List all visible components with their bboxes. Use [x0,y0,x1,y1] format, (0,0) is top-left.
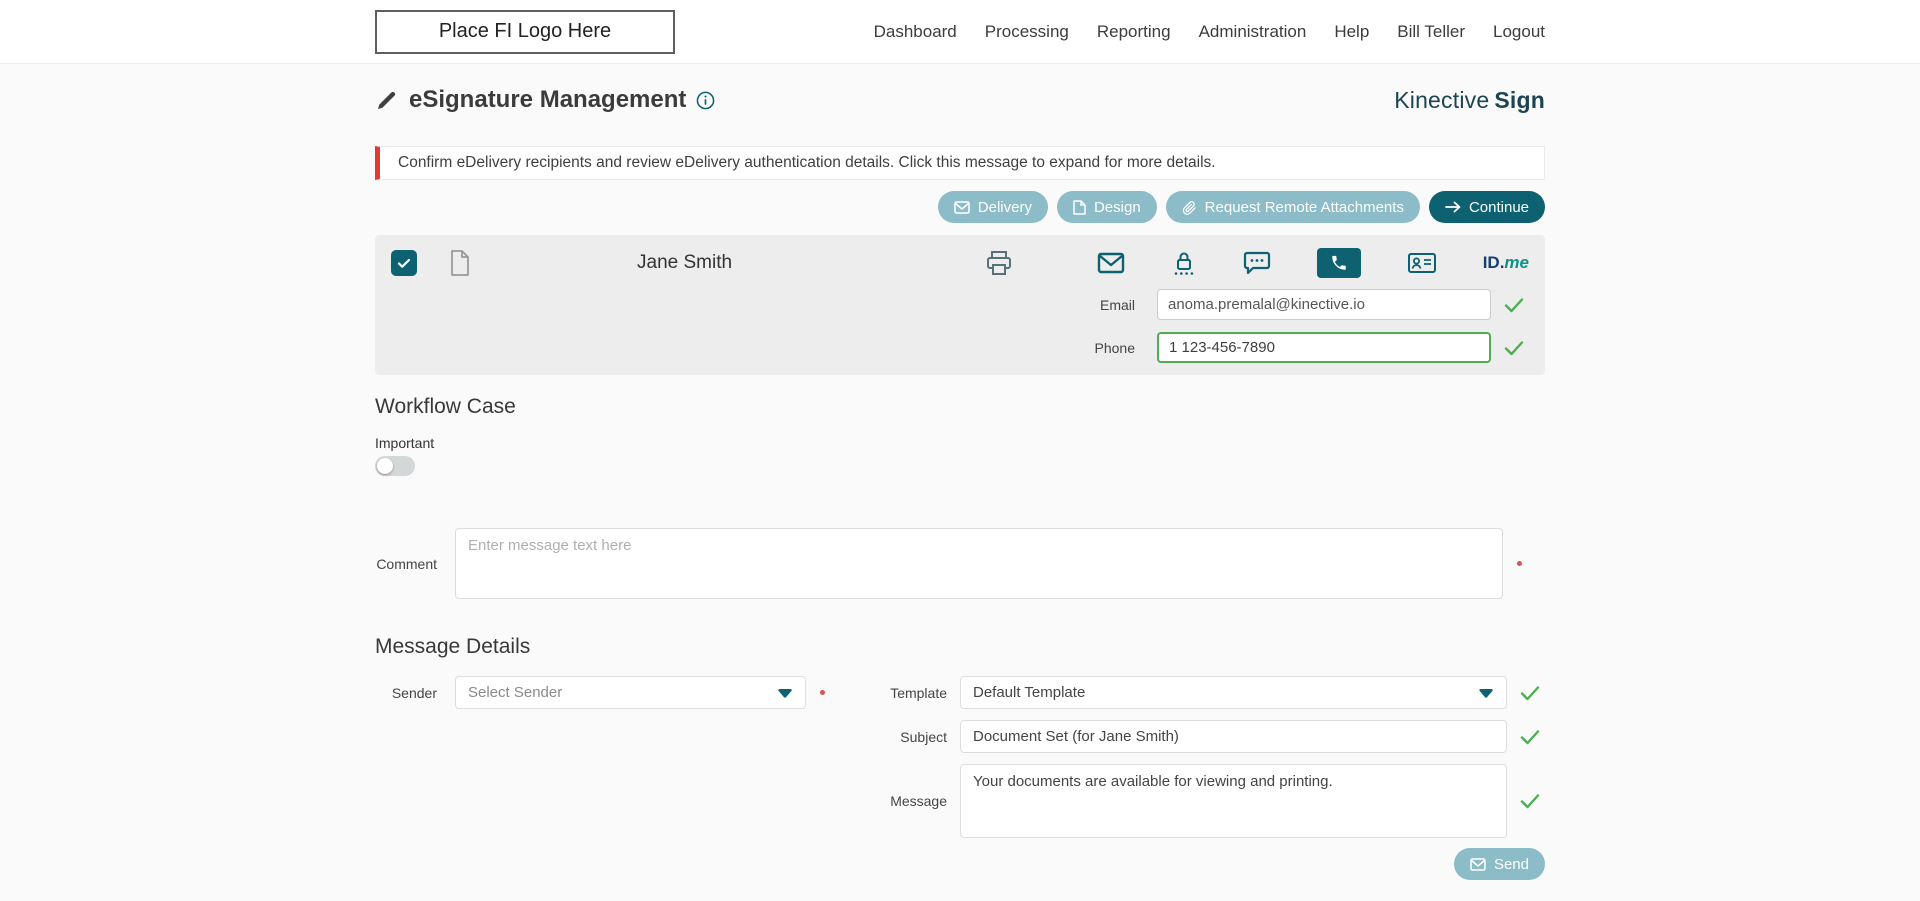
main-content: eSignature Management Kinective Sign Conf… [375,64,1545,880]
idme-logo[interactable]: ID.me [1483,253,1529,273]
edelivery-alert-banner[interactable]: Confirm eDelivery recipients and review … [375,146,1545,180]
paperclip-icon [1182,200,1197,215]
message-details-form: Sender Select Sender Template Default Te… [375,676,1545,838]
message-details-title: Message Details [375,635,531,658]
sender-selected-value: Select Sender [468,684,563,701]
page-title: eSignature Management [409,86,687,113]
sender-label: Sender [391,684,437,701]
continue-button[interactable]: Continue [1428,191,1545,223]
id-card-icon[interactable] [1407,252,1437,274]
idme-id-text: ID. [1482,253,1505,272]
template-dropdown[interactable]: Default Template [960,676,1507,709]
design-button[interactable]: Design [1056,191,1157,223]
email-input[interactable] [1157,289,1491,320]
request-remote-attachments-label: Request Remote Attachments [1204,198,1404,216]
fi-logo-placeholder: Place FI Logo Here [375,9,675,54]
idme-me-text: me [1504,253,1529,272]
arrow-right-icon [1445,201,1461,213]
delivery-method-icons: ID.me [985,248,1529,278]
alert-message: Confirm eDelivery recipients and review … [398,154,1216,171]
envelope-icon [1470,857,1486,871]
message-valid-check-icon [1515,793,1545,809]
document-icon[interactable] [448,249,472,277]
subject-label: Subject [900,728,947,745]
sms-chat-icon[interactable] [1243,250,1271,276]
send-button-label: Send [1493,855,1529,873]
template-selected-value: Default Template [973,684,1086,701]
message-label: Message [890,793,947,809]
brand-second: Sign [1494,86,1545,113]
sender-dropdown[interactable]: Select Sender [455,676,806,709]
fi-logo-text: Place FI Logo Here [438,20,612,42]
required-dot [1517,561,1522,566]
subject-valid-check-icon [1515,729,1545,745]
request-remote-attachments-button[interactable]: Request Remote Attachments [1165,191,1420,223]
comment-row: Comment [375,528,1545,599]
phone-valid-check-icon [1499,340,1529,356]
toggle-knob [377,458,393,474]
nav-bill-teller[interactable]: Bill Teller [1397,22,1465,42]
top-header: Place FI Logo Here Dashboard Processing … [0,0,1920,64]
envelope-icon [954,200,970,214]
template-valid-check-icon [1515,685,1545,701]
design-button-label: Design [1093,198,1141,216]
nav-administration[interactable]: Administration [1199,22,1307,42]
important-label: Important [375,435,435,451]
chevron-down-icon [1478,687,1494,699]
email-label: Email [1099,296,1135,313]
delivery-button-label: Delivery [977,198,1032,216]
delivery-button[interactable]: Delivery [937,191,1048,223]
nav-help[interactable]: Help [1334,22,1369,42]
nav-reporting[interactable]: Reporting [1097,22,1171,42]
print-icon[interactable] [985,250,1013,276]
nav-processing[interactable]: Processing [985,22,1069,42]
page-design-icon [1073,199,1086,215]
comment-textarea[interactable] [455,528,1503,599]
recipient-name: Jane Smith [637,252,733,273]
important-toggle[interactable] [375,456,415,476]
action-buttons-row: Delivery Design Request Remote Attachmen… [375,191,1545,223]
template-label: Template [890,684,947,701]
recipient-panel: Jane Smith ID.me Email anoma.premalal@ki… [375,235,1545,375]
signature-pen-icon [375,88,399,112]
workflow-case-title: Workflow Case [375,395,516,418]
comment-label: Comment [376,555,437,572]
recipient-checkbox[interactable] [391,250,417,276]
info-icon[interactable] [696,91,715,110]
send-button[interactable]: Send [1453,848,1545,880]
nav-logout[interactable]: Logout [1493,22,1545,42]
send-row: Send [375,848,1545,880]
nav-dashboard[interactable]: Dashboard [874,22,957,42]
required-dot [820,690,825,695]
message-textarea[interactable]: Your documents are available for viewing… [960,764,1507,838]
subject-input[interactable] [960,720,1507,753]
title-row: eSignature Management Kinective Sign [375,64,1545,114]
phone-input[interactable] [1157,332,1491,363]
phone-call-icon-selected[interactable] [1316,248,1361,278]
checkmark-icon [397,258,411,268]
main-nav: Dashboard Processing Reporting Administr… [874,22,1545,42]
email-delivery-icon[interactable] [1097,252,1125,274]
kinective-sign-brand: Kinective Sign [1394,87,1545,114]
email-valid-check-icon [1499,297,1529,313]
phone-label: Phone [1094,339,1135,356]
passcode-lock-icon[interactable] [1171,250,1197,276]
chevron-down-icon [777,687,793,699]
continue-button-label: Continue [1468,198,1529,216]
brand-first: Kinective [1394,86,1490,113]
